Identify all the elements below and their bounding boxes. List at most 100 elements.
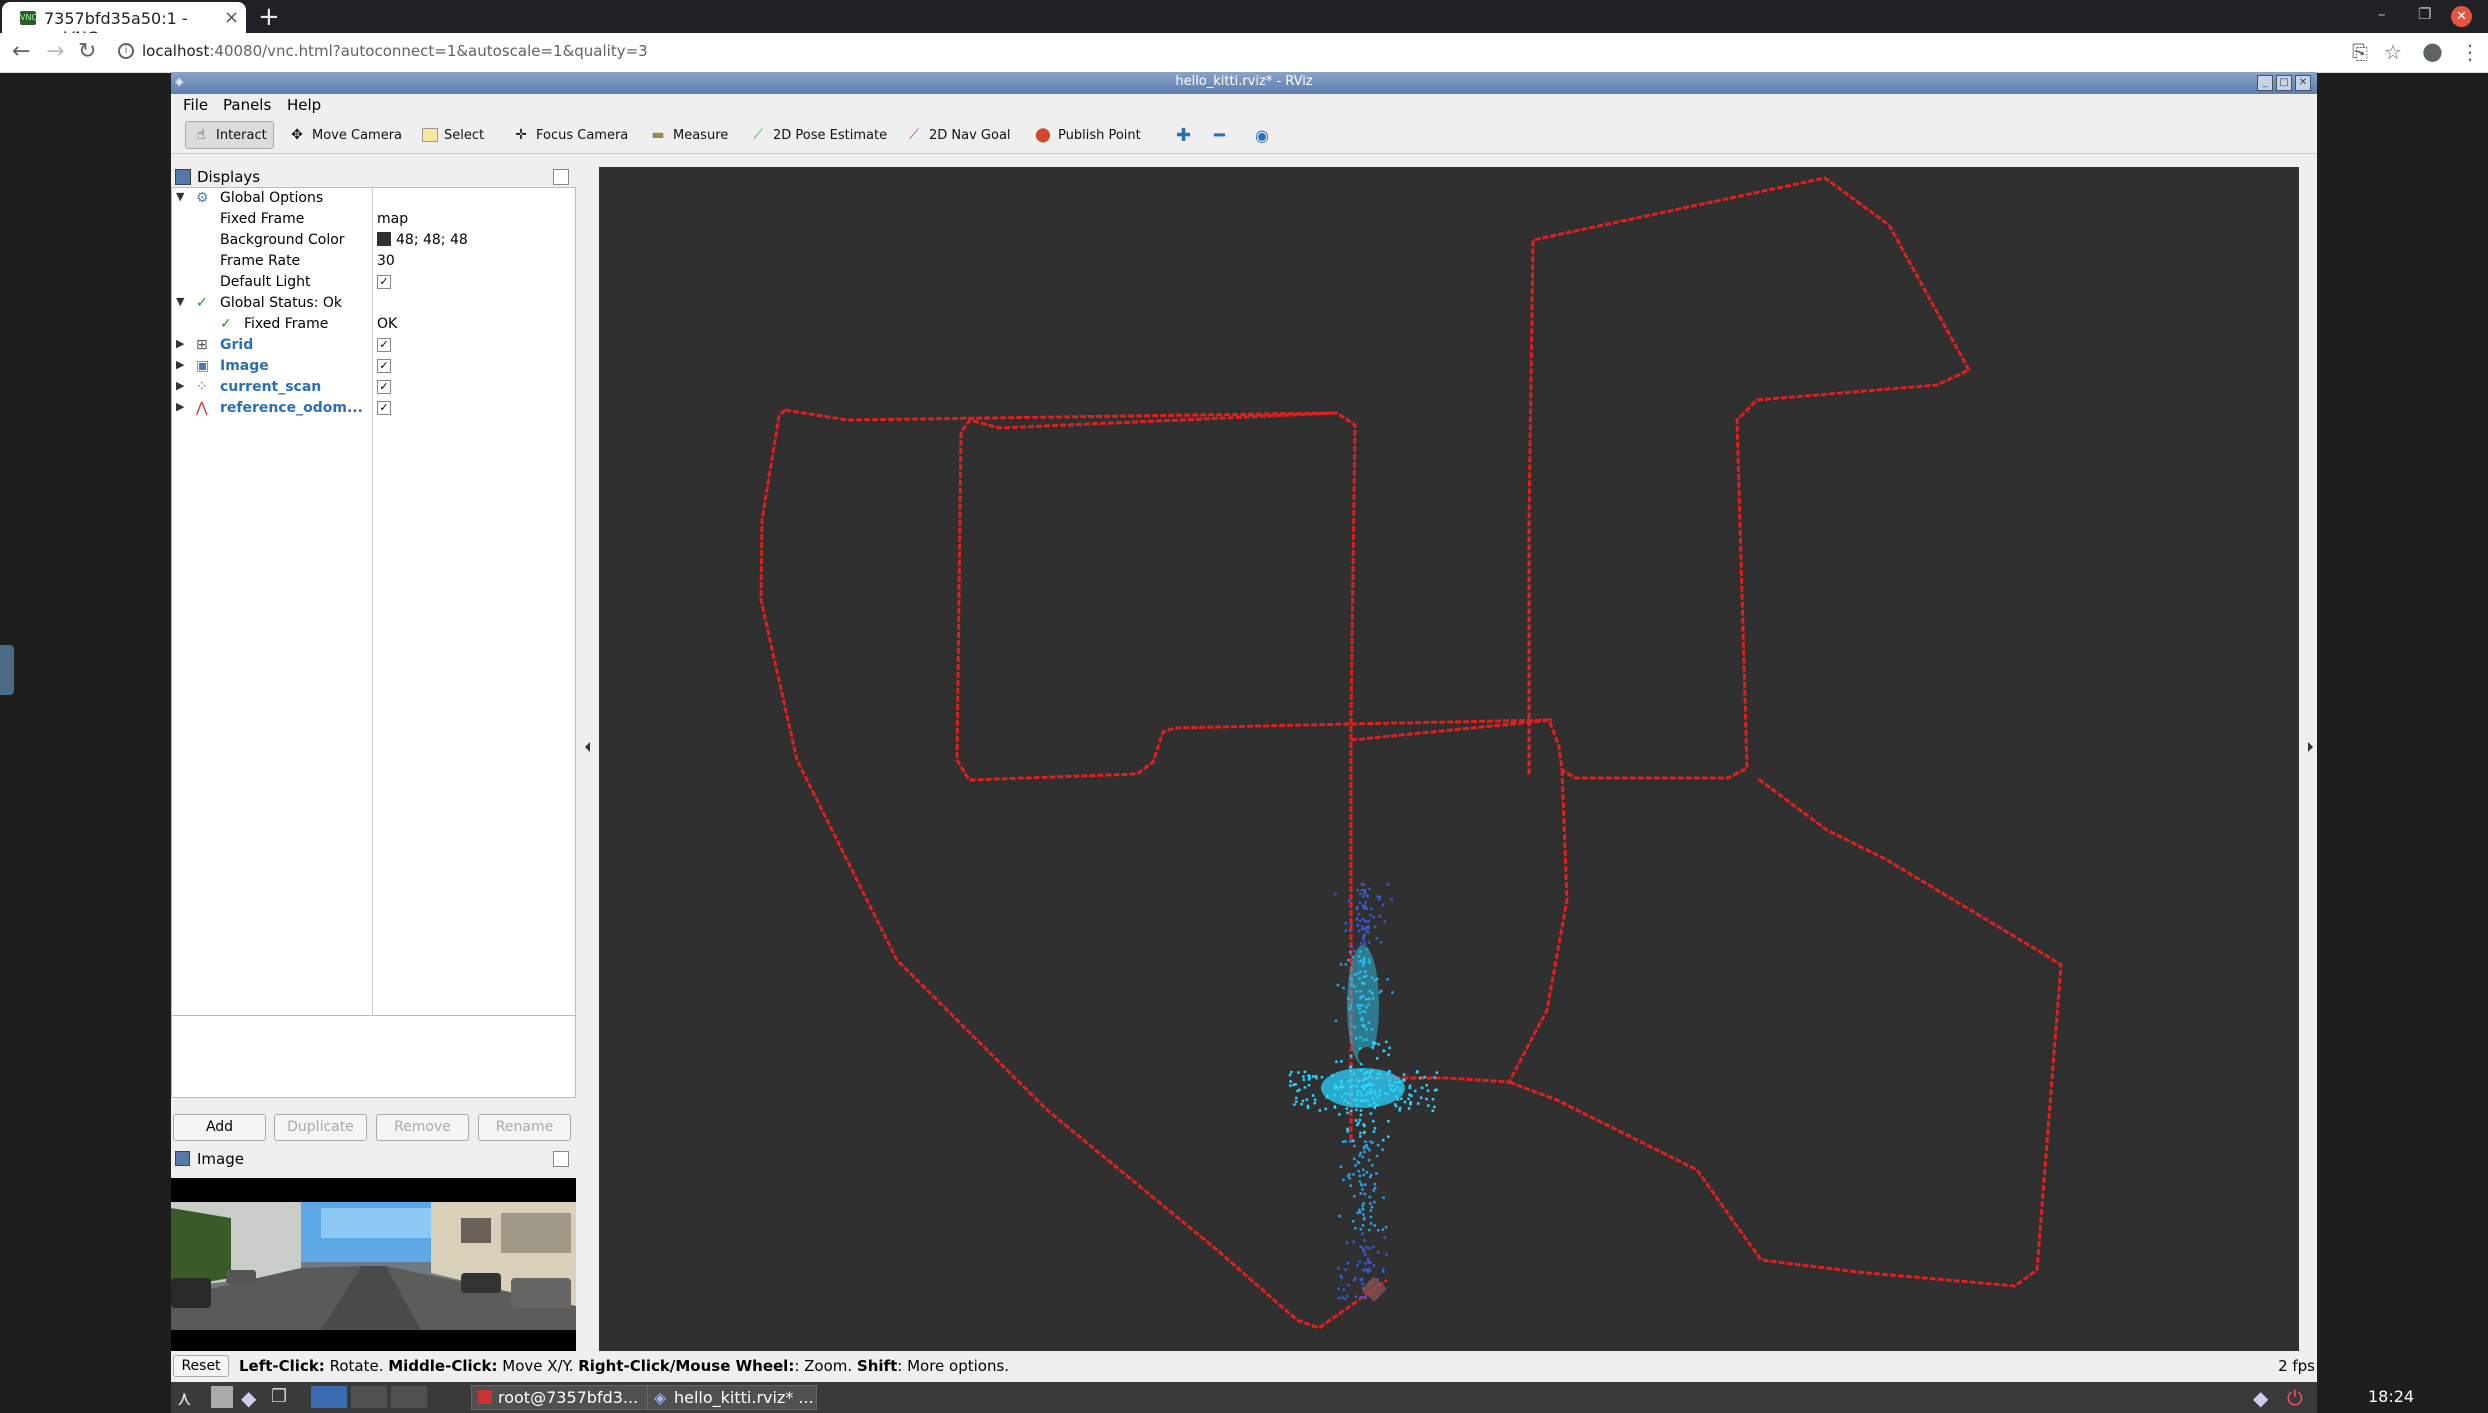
scan-point <box>1359 1296 1362 1299</box>
restore-icon[interactable]: ❐ <box>2418 5 2431 23</box>
profile-icon[interactable]: ● <box>2422 37 2443 65</box>
browser-tab[interactable]: VNC 7357bfd35a50:1 - noVNC × <box>2 2 246 47</box>
scan-point <box>1363 942 1367 945</box>
diamond-app-icon[interactable]: ◆ <box>241 1386 263 1410</box>
tab-close-icon[interactable]: × <box>224 7 239 28</box>
rviz-maximize-icon[interactable]: □ <box>2276 75 2292 91</box>
url-field[interactable]: localhost:40080/vnc.html?autoconnect=1&a… <box>142 42 648 60</box>
rviz-3d-view[interactable] <box>599 167 2299 1351</box>
collapse-left-icon[interactable] <box>581 167 595 1351</box>
reference-odom-checkbox[interactable]: ✓ <box>377 401 391 415</box>
right-splitter[interactable] <box>2303 167 2317 1351</box>
default-light-checkbox[interactable]: ✓ <box>377 275 391 289</box>
tree-row-frame-rate[interactable]: Frame Rate 30 <box>172 251 575 272</box>
scan-point <box>1420 1086 1424 1090</box>
collapse-right-icon[interactable] <box>2303 167 2317 1351</box>
scan-point <box>1362 1173 1366 1177</box>
duplicate-button[interactable]: Duplicate <box>274 1114 367 1141</box>
scan-point <box>1407 1097 1410 1101</box>
reset-button[interactable]: Reset <box>173 1355 229 1377</box>
add-tool-icon[interactable]: ✚ <box>1170 121 1197 149</box>
tool-interact[interactable]: ☝ Interact <box>185 121 274 149</box>
tree-row-global-status[interactable]: ▼ ✓ Global Status: Ok <box>172 293 575 314</box>
undock-button[interactable] <box>553 169 569 185</box>
rviz-close-icon[interactable]: ✕ <box>2295 75 2311 91</box>
scan-point <box>1362 1145 1366 1149</box>
remove-tool-icon[interactable]: ━ <box>1208 121 1231 149</box>
back-icon[interactable]: ← <box>12 39 30 64</box>
expand-down-icon[interactable]: ▼ <box>176 190 184 203</box>
tree-row-reference-odom[interactable]: ▶ ⋀ reference_odom... ✓ <box>172 398 575 419</box>
vnc-control-handle[interactable] <box>0 645 14 695</box>
menu-panels[interactable]: Panels <box>223 96 271 114</box>
file-manager-icon[interactable] <box>211 1386 233 1408</box>
frame-rate-value[interactable]: 30 <box>377 253 395 269</box>
workspace-3-icon[interactable] <box>391 1386 427 1408</box>
tool-measure[interactable]: ▬ Measure <box>643 121 734 149</box>
tree-row-fixed-frame[interactable]: Fixed Frame map <box>172 209 575 230</box>
expand-right-icon[interactable]: ▶ <box>176 358 184 371</box>
site-info-icon[interactable]: i <box>118 43 134 59</box>
bookmark-star-icon[interactable]: ☆ <box>2384 40 2402 64</box>
desktop-taskbar: ⋏ ◆ ❐ root@7357bfd3... ◈ hello_kitti.rvi… <box>171 1382 2414 1413</box>
forward-icon[interactable]: → <box>46 39 64 64</box>
tree-row-status-fixed-frame[interactable]: ✓ Fixed Frame OK <box>172 314 575 335</box>
workspace-2-icon[interactable] <box>351 1386 387 1408</box>
background-color-value[interactable]: 48; 48; 48 <box>377 232 468 248</box>
tree-row-background-color[interactable]: Background Color 48; 48; 48 <box>172 230 575 251</box>
image-undock-button[interactable] <box>553 1151 569 1167</box>
fixed-frame-value[interactable]: map <box>377 211 408 227</box>
scan-point <box>1381 1148 1384 1151</box>
taskbar-rviz-item[interactable]: ◈ hello_kitti.rviz* ... <box>647 1385 817 1410</box>
tree-row-grid[interactable]: ▶ ⊞ Grid ✓ <box>172 335 575 356</box>
tree-row-current-scan[interactable]: ▶ ⁘ current_scan ✓ <box>172 377 575 398</box>
tool-select[interactable]: Select <box>416 121 490 149</box>
scan-point <box>1358 1260 1361 1263</box>
tree-row-default-light[interactable]: Default Light ✓ <box>172 272 575 293</box>
tool-move-camera[interactable]: ✥ Move Camera <box>282 121 408 149</box>
scan-point <box>1318 1109 1322 1112</box>
tray-power-icon[interactable]: ⏻ <box>2287 1386 2309 1410</box>
tool-2d-pose-estimate[interactable]: ⟋ 2D Pose Estimate <box>743 121 893 149</box>
tool-focus-camera[interactable]: ✛ Focus Camera <box>506 121 634 149</box>
menu-file[interactable]: File <box>183 96 208 114</box>
launcher-icon[interactable]: ⋏ <box>177 1386 199 1410</box>
menu-help[interactable]: Help <box>287 96 321 114</box>
tool-properties-icon[interactable]: ◉ <box>1249 121 1275 149</box>
displays-title: Displays <box>197 168 261 186</box>
new-tab-button[interactable]: + <box>258 2 280 32</box>
close-window-icon[interactable]: ✕ <box>2451 6 2472 27</box>
current-scan-checkbox[interactable]: ✓ <box>377 380 391 394</box>
tool-publish-point[interactable]: ⬤ Publish Point <box>1028 121 1147 149</box>
rename-button[interactable]: Rename <box>478 1114 571 1141</box>
tree-row-global-options[interactable]: ▼ ⚙ Global Options <box>172 188 575 209</box>
menu-kebab-icon[interactable]: ⋮ <box>2460 40 2480 64</box>
tray-diamond-icon[interactable]: ◆ <box>2253 1386 2275 1410</box>
expand-right-icon[interactable]: ▶ <box>176 400 184 413</box>
translate-icon[interactable]: ⎘ <box>2352 40 2368 64</box>
clock: 18:24 <box>2368 1387 2415 1406</box>
rviz-title-bar[interactable]: ◈ hello_kitti.rviz* - RViz _ □ ✕ <box>171 72 2317 94</box>
grid-icon: ⊞ <box>196 337 208 353</box>
remove-button[interactable]: Remove <box>376 1114 469 1141</box>
windows-icon[interactable]: ❐ <box>271 1386 293 1408</box>
reload-icon[interactable]: ↻ <box>78 39 96 64</box>
scan-point <box>1289 1084 1292 1087</box>
minimize-icon[interactable]: – <box>2378 5 2386 23</box>
gear-icon: ⚙ <box>196 190 209 206</box>
add-button[interactable]: Add <box>173 1114 266 1141</box>
scan-point <box>1367 1261 1371 1264</box>
image-checkbox[interactable]: ✓ <box>377 359 391 373</box>
grid-checkbox[interactable]: ✓ <box>377 338 391 352</box>
rviz-minimize-icon[interactable]: _ <box>2257 75 2273 91</box>
scan-point <box>1372 916 1376 919</box>
expand-right-icon[interactable]: ▶ <box>176 337 184 350</box>
scan-point <box>1364 904 1367 908</box>
expand-right-icon[interactable]: ▶ <box>176 379 184 392</box>
tree-row-image[interactable]: ▶ ▣ Image ✓ <box>172 356 575 377</box>
expand-down-icon[interactable]: ▼ <box>176 295 184 308</box>
left-splitter[interactable] <box>581 167 595 1351</box>
trajectory-scene[interactable] <box>599 167 2299 1351</box>
tool-2d-nav-goal[interactable]: ⟋ 2D Nav Goal <box>899 121 1017 149</box>
workspace-1-icon[interactable] <box>311 1386 347 1408</box>
